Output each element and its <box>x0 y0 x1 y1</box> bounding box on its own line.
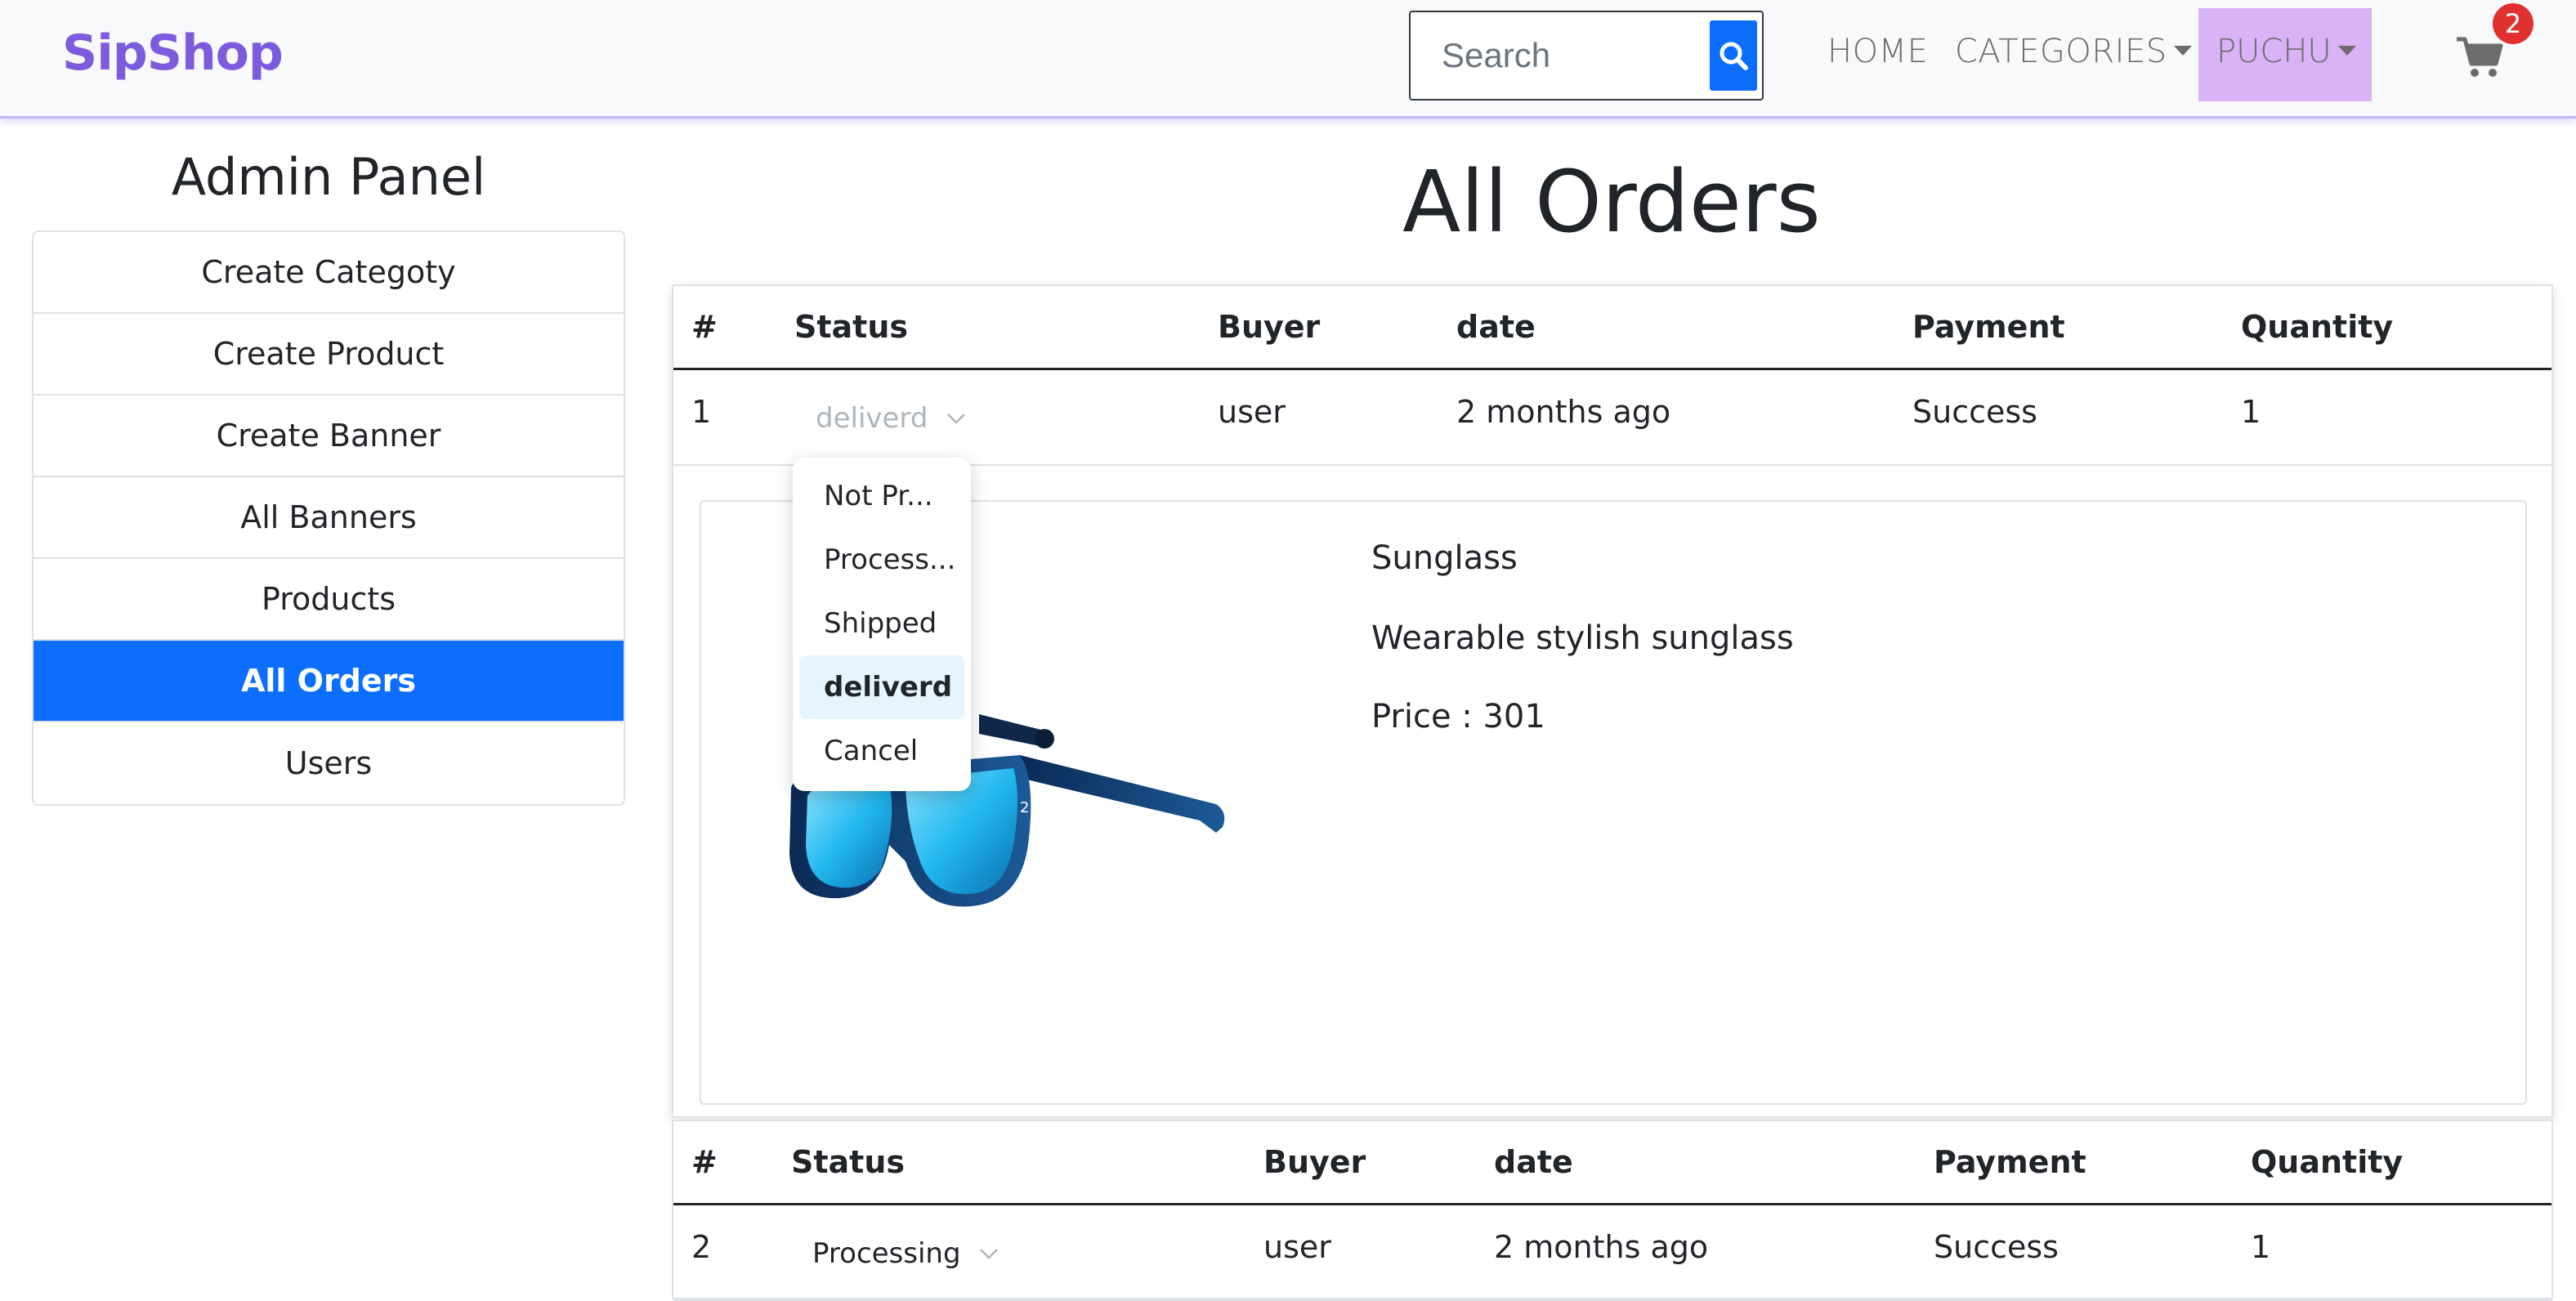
order-date: 2 months ago <box>1494 1229 1709 1265</box>
col-date-header: date <box>1494 1144 1573 1180</box>
col-quantity-header: Quantity <box>2241 309 2394 345</box>
status-option-not-processed[interactable]: Not Pr... <box>799 464 964 528</box>
order-payment: Success <box>1912 394 2037 430</box>
order-buyer: user <box>1218 394 1286 430</box>
admin-panel-title: Admin Panel <box>171 147 486 207</box>
nav-home-link[interactable]: HOME <box>1827 33 1928 70</box>
sidebar-item-products[interactable]: Products <box>34 559 624 641</box>
status-select[interactable]: Processing <box>812 1237 999 1270</box>
search-form <box>1409 11 1764 101</box>
product-description: Wearable stylish sunglass <box>1371 619 1794 657</box>
order-index: 2 <box>691 1229 712 1265</box>
status-select-value: deliverd <box>816 402 928 435</box>
chevron-down-icon <box>980 1249 999 1259</box>
product-card: 2 Sunglass Wearable stylish sunglass Pri… <box>700 500 2527 1105</box>
search-icon <box>1720 42 1748 70</box>
status-option-cancel[interactable]: Cancel <box>799 719 964 783</box>
order-date: 2 months ago <box>1456 394 1671 430</box>
col-status-header: Status <box>791 1144 906 1180</box>
svg-text:2: 2 <box>1020 799 1029 816</box>
order-quantity: 1 <box>2251 1229 2271 1265</box>
user-menu-label: PUCHU <box>2216 33 2332 70</box>
sidebar-item-all-orders[interactable]: All Orders <box>34 641 624 722</box>
status-option-processing[interactable]: Process... <box>799 528 964 592</box>
sidebar-item-create-category[interactable]: Create Categoty <box>34 232 624 314</box>
col-buyer-header: Buyer <box>1263 1144 1366 1180</box>
cart-count-badge: 2 <box>2493 3 2534 44</box>
nav-categories-dropdown[interactable]: CATEGORIES <box>1955 33 2192 70</box>
caret-down-icon <box>2173 46 2192 56</box>
order-card: # Status Buyer date Payment Quantity 2 P… <box>672 1120 2553 1301</box>
status-select[interactable]: deliverd <box>816 402 966 435</box>
cart-icon <box>2457 37 2503 77</box>
sidebar-item-create-product[interactable]: Create Product <box>34 314 624 396</box>
sidebar-item-users[interactable]: Users <box>34 722 624 804</box>
status-dropdown-menu: Not Pr... Process... Shipped deliverd Ca… <box>793 458 971 791</box>
product-name: Sunglass <box>1371 539 1518 577</box>
col-quantity-header: Quantity <box>2251 1144 2404 1180</box>
table-row: 1 deliverd user 2 months ago Success 1 <box>673 369 2551 466</box>
chevron-down-icon <box>947 414 966 424</box>
table-row: 2 Processing user 2 months ago Success 1 <box>673 1205 2551 1301</box>
col-index-header: # <box>691 1144 718 1180</box>
sidebar-item-create-banner[interactable]: Create Banner <box>34 396 624 477</box>
page-title: All Orders <box>1402 152 1821 252</box>
col-buyer-header: Buyer <box>1218 309 1321 345</box>
col-payment-header: Payment <box>1934 1144 2086 1180</box>
nav-categories-label: CATEGORIES <box>1955 33 2167 70</box>
caret-down-icon <box>2337 46 2356 56</box>
search-button[interactable] <box>1710 20 1757 91</box>
order-quantity: 1 <box>2241 394 2261 430</box>
order-buyer: user <box>1263 1229 1331 1265</box>
col-payment-header: Payment <box>1912 309 2065 345</box>
status-option-delivered[interactable]: deliverd <box>799 655 964 719</box>
navbar: SipShop HOME CATEGORIES PUCHU 2 <box>0 0 2576 118</box>
brand-logo[interactable]: SipShop <box>62 25 284 82</box>
sidebar-item-all-banners[interactable]: All Banners <box>34 477 624 559</box>
user-menu-dropdown[interactable]: PUCHU <box>2198 8 2372 101</box>
col-status-header: Status <box>794 309 909 345</box>
product-price: Price : 301 <box>1371 698 1545 735</box>
table-header: # Status Buyer date Payment Quantity <box>673 1121 2551 1205</box>
search-input[interactable] <box>1419 20 1697 91</box>
col-date-header: date <box>1456 309 1536 345</box>
order-index: 1 <box>691 394 712 430</box>
order-payment: Success <box>1934 1229 2059 1265</box>
status-option-shipped[interactable]: Shipped <box>799 592 964 655</box>
col-index-header: # <box>691 309 718 345</box>
status-select-value: Processing <box>812 1237 961 1270</box>
cart-button[interactable] <box>2455 36 2504 78</box>
table-header: # Status Buyer date Payment Quantity <box>673 286 2551 370</box>
admin-sidebar: Create Categoty Create Product Create Ba… <box>32 230 625 806</box>
